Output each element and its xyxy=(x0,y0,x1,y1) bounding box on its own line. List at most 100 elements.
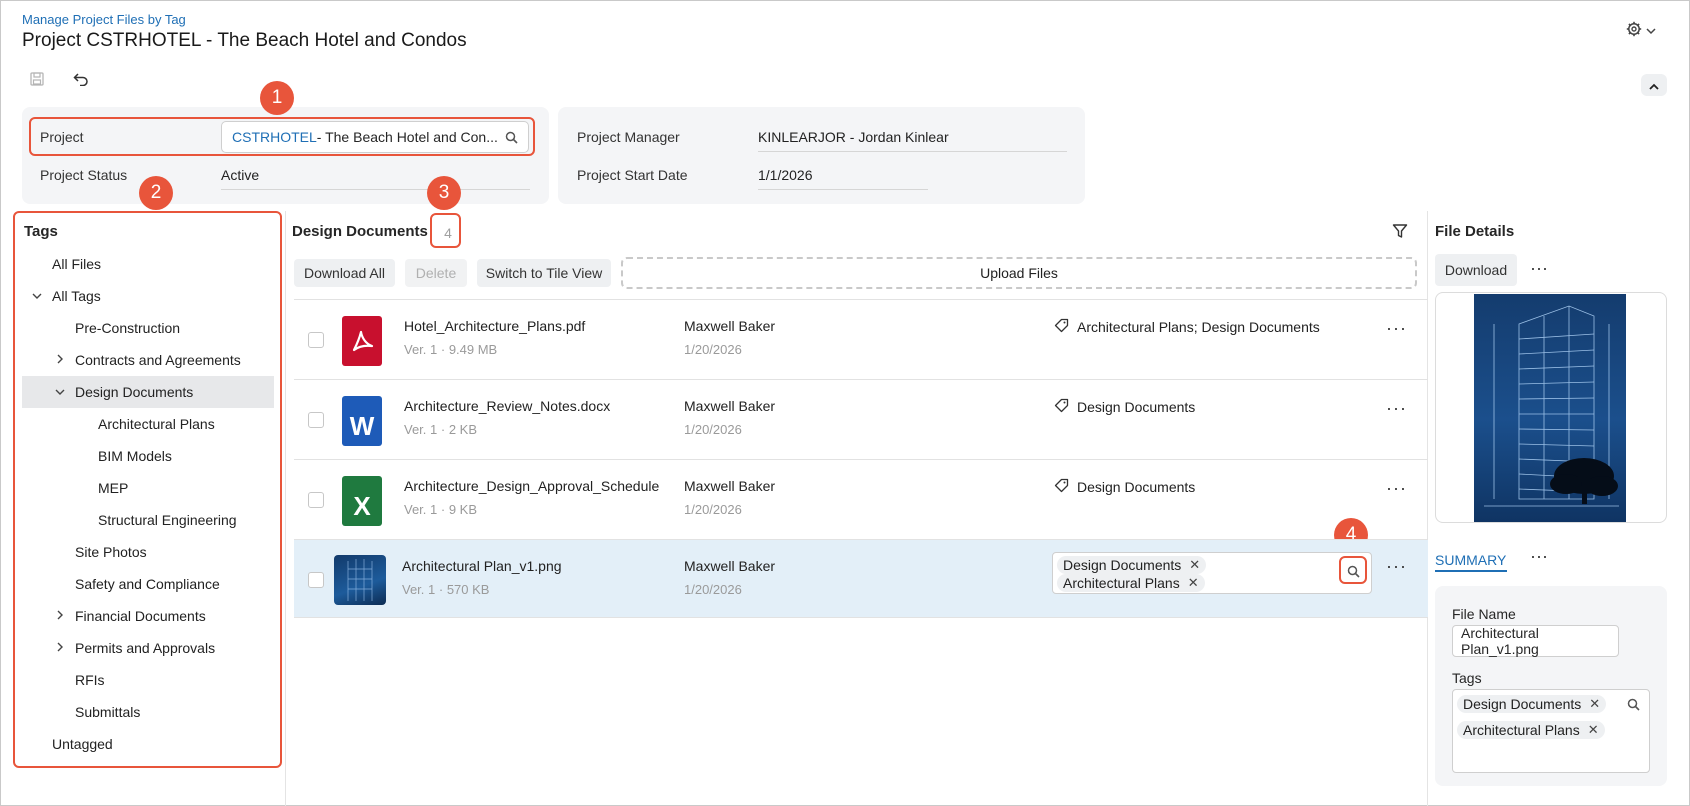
annotation-highlight-3 xyxy=(430,213,461,248)
tree-item-rfis[interactable]: RFIs xyxy=(22,664,274,696)
project-manager-label: Project Manager xyxy=(577,129,680,145)
upload-files-dropzone[interactable]: Upload Files xyxy=(621,257,1417,289)
switch-to-tile-view-button[interactable]: Switch to Tile View xyxy=(477,259,611,287)
file-version: Ver. 1 xyxy=(404,502,438,517)
tree-item-safety-compliance[interactable]: Safety and Compliance xyxy=(22,568,274,600)
file-owner: Maxwell Baker xyxy=(684,478,776,494)
project-start-date-value: 1/1/2026 xyxy=(758,167,928,190)
tree-item-submittals[interactable]: Submittals xyxy=(22,696,274,728)
chevron-down-icon[interactable] xyxy=(55,385,65,399)
tree-item-label: RFIs xyxy=(75,672,105,688)
tree-item-site-photos[interactable]: Site Photos xyxy=(22,536,274,568)
row-checkbox[interactable] xyxy=(308,492,324,508)
tree-item-structural-engineering[interactable]: Structural Engineering xyxy=(22,504,274,536)
filter-icon[interactable] xyxy=(1392,223,1408,242)
file-row[interactable]: Hotel_Architecture_Plans.pdf Ver. 1 · 9.… xyxy=(294,299,1428,379)
file-meta: Ver. 1 · 9 KB xyxy=(404,502,477,517)
file-name-label: File Name xyxy=(1452,606,1516,622)
breadcrumb[interactable]: Manage Project Files by Tag xyxy=(22,12,186,27)
file-row-selected[interactable]: Architectural Plan_v1.png Ver. 1 · 570 K… xyxy=(294,539,1428,617)
tag-chip: Architectural Plans ✕ xyxy=(1057,574,1205,592)
annotation-badge-3: 3 xyxy=(427,176,461,210)
pdf-icon xyxy=(342,316,382,366)
tree-item-label: Contracts and Agreements xyxy=(75,352,241,368)
tree-item-label: Pre-Construction xyxy=(75,320,181,336)
file-date: 1/20/2026 xyxy=(684,342,742,357)
tree-item-contracts[interactable]: Contracts and Agreements xyxy=(22,344,274,376)
tree-item-label: Financial Documents xyxy=(75,608,206,624)
row-checkbox[interactable] xyxy=(308,572,324,588)
tree-item-financial-documents[interactable]: Financial Documents xyxy=(22,600,274,632)
tree-item-all-tags[interactable]: All Tags xyxy=(22,280,274,312)
tree-item-permits-approvals[interactable]: Permits and Approvals xyxy=(22,632,274,664)
file-tags-text: Architectural Plans; Design Documents xyxy=(1077,319,1320,335)
delete-button[interactable]: Delete xyxy=(405,259,467,287)
details-more-button[interactable]: ··· xyxy=(1530,258,1548,279)
tags-field[interactable]: Design Documents ✕ Architectural Plans ✕ xyxy=(1452,689,1650,773)
row-more-button[interactable]: ··· xyxy=(1386,318,1407,339)
tag-editor-input[interactable]: Design Documents ✕ Architectural Plans ✕ xyxy=(1052,552,1372,594)
tag-chip-label: Architectural Plans xyxy=(1063,575,1180,591)
tag-chip: Architectural Plans ✕ xyxy=(1457,721,1605,739)
settings-menu-button[interactable] xyxy=(1626,18,1666,42)
tree-item-all-files[interactable]: All Files xyxy=(22,248,274,280)
tab-summary[interactable]: SUMMARY xyxy=(1435,552,1506,568)
file-version: Ver. 1 xyxy=(402,582,436,597)
tab-summary-underline xyxy=(1435,570,1507,572)
page-title: Project CSTRHOTEL - The Beach Hotel and … xyxy=(22,30,467,51)
file-date: 1/20/2026 xyxy=(684,422,742,437)
tree-item-untagged[interactable]: Untagged xyxy=(22,728,274,760)
chevron-right-icon[interactable] xyxy=(56,353,64,367)
tree-item-label: Submittals xyxy=(75,704,141,720)
tree-item-bim-models[interactable]: BIM Models xyxy=(22,440,274,472)
chevron-down-icon[interactable] xyxy=(32,289,42,303)
remove-tag-icon[interactable]: ✕ xyxy=(1188,575,1199,591)
remove-tag-icon[interactable]: ✕ xyxy=(1588,722,1599,738)
tree-item-label: Structural Engineering xyxy=(98,512,237,528)
file-tags: Design Documents xyxy=(1054,398,1195,416)
file-name-field[interactable]: Architectural Plan_v1.png xyxy=(1452,625,1619,657)
project-status-value: Active xyxy=(221,167,530,190)
row-more-button[interactable]: ··· xyxy=(1386,556,1407,577)
tree-item-pre-construction[interactable]: Pre-Construction xyxy=(22,312,274,344)
file-tags: Design Documents xyxy=(1054,478,1195,496)
download-button[interactable]: Download xyxy=(1435,254,1517,286)
table-bottom-divider xyxy=(294,617,1428,618)
save-button[interactable] xyxy=(22,68,52,92)
tree-item-architectural-plans[interactable]: Architectural Plans xyxy=(22,408,274,440)
collapse-summary-button[interactable] xyxy=(1641,74,1667,96)
remove-tag-icon[interactable]: ✕ xyxy=(1189,557,1200,573)
file-meta: Ver. 1 · 9.49 MB xyxy=(404,342,498,357)
download-all-button[interactable]: Download All xyxy=(294,259,395,287)
file-name[interactable]: Hotel_Architecture_Plans.pdf xyxy=(404,318,585,334)
tree-item-design-documents[interactable]: Design Documents xyxy=(22,376,274,408)
undo-button[interactable] xyxy=(66,68,96,92)
file-name[interactable]: Architectural Plan_v1.png xyxy=(402,558,562,574)
file-name[interactable]: Architecture_Design_Approval_Schedule xyxy=(404,478,659,494)
tag-chip-label: Architectural Plans xyxy=(1463,722,1580,738)
summary-more-button[interactable]: ··· xyxy=(1530,546,1548,567)
summary-card: File Name Architectural Plan_v1.png Tags… xyxy=(1435,586,1667,786)
row-checkbox[interactable] xyxy=(308,412,324,428)
save-icon xyxy=(30,71,44,89)
tree-item-label: BIM Models xyxy=(98,448,172,464)
remove-tag-icon[interactable]: ✕ xyxy=(1589,696,1600,712)
file-name[interactable]: Architecture_Review_Notes.docx xyxy=(404,398,610,414)
file-row[interactable]: X Architecture_Design_Approval_Schedule … xyxy=(294,459,1428,539)
file-owner: Maxwell Baker xyxy=(684,558,776,574)
left-splitter[interactable] xyxy=(285,211,286,806)
chevron-right-icon[interactable] xyxy=(56,609,64,623)
tree-item-mep[interactable]: MEP xyxy=(22,472,274,504)
file-row[interactable]: W Architecture_Review_Notes.docx Ver. 1 … xyxy=(294,379,1428,459)
undo-icon xyxy=(73,72,89,89)
chevron-right-icon[interactable] xyxy=(56,641,64,655)
file-date: 1/20/2026 xyxy=(684,502,742,517)
search-icon[interactable] xyxy=(1627,698,1640,714)
tree-item-label: Architectural Plans xyxy=(98,416,215,432)
chevron-down-icon xyxy=(1646,22,1656,38)
word-icon: W xyxy=(342,396,382,446)
row-checkbox[interactable] xyxy=(308,332,324,348)
row-more-button[interactable]: ··· xyxy=(1386,478,1407,499)
row-more-button[interactable]: ··· xyxy=(1386,398,1407,419)
project-status-label: Project Status xyxy=(40,167,128,183)
